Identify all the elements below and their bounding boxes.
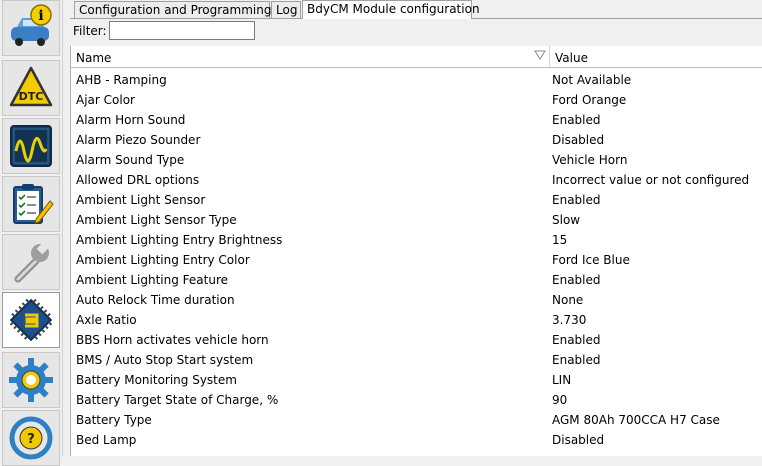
tab-configuration-programming[interactable]: Configuration and Programming xyxy=(74,1,272,18)
dtc-warning-icon: DTC xyxy=(9,66,53,107)
gear-icon xyxy=(9,358,53,402)
row-value: Ford Orange xyxy=(552,93,627,107)
row-value: 90 xyxy=(552,393,568,407)
tool-sidebar: i DTC ? xyxy=(0,0,62,466)
table-row[interactable]: Allowed DRL options Incorrect value or no… xyxy=(71,170,762,190)
row-value: Disabled xyxy=(552,433,605,447)
car-info-icon: i xyxy=(11,4,52,46)
grid-header: Name Value xyxy=(71,46,762,68)
grid-rows: AHB - Ramping Not Available Ajar Color For… xyxy=(71,70,762,450)
row-value: Enabled xyxy=(552,193,601,207)
row-value: Vehicle Horn xyxy=(552,153,628,167)
table-row[interactable]: Alarm Sound Type Vehicle Horn xyxy=(71,150,762,170)
sidebar-settings[interactable] xyxy=(2,352,60,408)
row-name: Ajar Color xyxy=(76,93,135,107)
table-row[interactable]: BBS Horn activates vehicle horn Enabled xyxy=(71,330,762,350)
row-value: Incorrect value or not configured xyxy=(552,173,750,187)
row-name: Alarm Piezo Sounder xyxy=(76,133,201,147)
sidebar-splitter[interactable] xyxy=(62,0,70,456)
table-row[interactable]: Ambient Light Sensor Enabled xyxy=(71,190,762,210)
tab-log[interactable]: Log xyxy=(271,1,301,18)
row-name: Alarm Horn Sound xyxy=(76,113,186,127)
module-chip-icon xyxy=(9,298,53,342)
filter-input[interactable] xyxy=(109,21,255,40)
row-name: Axle Ratio xyxy=(76,313,137,327)
table-row[interactable]: BMS / Auto Stop Start system Enabled xyxy=(71,350,762,370)
row-value: Ford Ice Blue xyxy=(552,253,630,267)
sidebar-service[interactable] xyxy=(2,234,60,290)
row-name: Bed Lamp xyxy=(76,433,137,447)
row-name: Ambient Lighting Entry Brightness xyxy=(76,233,283,247)
svg-text:i: i xyxy=(38,8,43,24)
row-value: Enabled xyxy=(552,273,601,287)
table-row[interactable]: Ambient Lighting Feature Enabled xyxy=(71,270,762,290)
sidebar-checklist[interactable] xyxy=(2,176,60,232)
row-name: Ambient Lighting Feature xyxy=(76,273,229,287)
svg-text:?: ? xyxy=(27,432,35,447)
sidebar-dtc[interactable]: DTC xyxy=(2,60,60,116)
tab-bdycm-module-configuration[interactable]: BdyCM Module configuration xyxy=(302,0,480,19)
table-row[interactable]: Ajar Color Ford Orange xyxy=(71,90,762,110)
table-row[interactable]: Ambient Lighting Entry Color Ford Ice Blu… xyxy=(71,250,762,270)
row-value: Enabled xyxy=(552,353,601,367)
column-header-value[interactable]: Value xyxy=(550,46,762,67)
row-name: BMS / Auto Stop Start system xyxy=(76,353,254,367)
table-row[interactable]: Ambient Lighting Entry Brightness 15 xyxy=(71,230,762,250)
row-value: 15 xyxy=(552,233,568,247)
table-row[interactable]: Auto Relock Time duration None xyxy=(71,290,762,310)
row-value: Disabled xyxy=(552,133,605,147)
row-name: Ambient Lighting Entry Color xyxy=(76,253,250,267)
filter-bar: Filter: xyxy=(70,19,762,44)
row-name: Battery Monitoring System xyxy=(76,373,237,387)
row-value: LIN xyxy=(552,373,572,387)
table-row[interactable]: Alarm Piezo Sounder Disabled xyxy=(71,130,762,150)
wrench-icon xyxy=(14,241,50,283)
tab-label: Configuration and Programming xyxy=(79,3,272,17)
row-value: Enabled xyxy=(552,333,601,347)
row-value: 3.730 xyxy=(552,313,587,327)
table-row[interactable]: AHB - Ramping Not Available xyxy=(71,70,762,90)
filter-label: Filter: xyxy=(73,24,107,38)
sidebar-vehicle-info[interactable]: i xyxy=(2,0,60,56)
row-value: AGM 80Ah 700CCA H7 Case xyxy=(552,413,720,427)
sort-descending-icon xyxy=(534,50,546,60)
table-row[interactable]: Battery Type AGM 80Ah 700CCA H7 Case xyxy=(71,410,762,430)
column-header-label: Name xyxy=(76,51,112,65)
checklist-icon xyxy=(13,184,54,224)
table-row[interactable]: Alarm Horn Sound Enabled xyxy=(71,110,762,130)
tab-label: Log xyxy=(276,3,298,17)
row-name: Ambient Light Sensor xyxy=(76,193,206,207)
row-name: Ambient Light Sensor Type xyxy=(76,213,237,227)
sidebar-module-config[interactable] xyxy=(2,292,60,348)
table-row[interactable]: Ambient Light Sensor Type Slow xyxy=(71,210,762,230)
sidebar-oscilloscope[interactable] xyxy=(2,118,60,174)
row-value: Slow xyxy=(552,213,581,227)
table-row[interactable]: Bed Lamp Disabled xyxy=(71,430,762,450)
row-name: Allowed DRL options xyxy=(76,173,200,187)
row-value: Enabled xyxy=(552,113,601,127)
table-row[interactable]: Axle Ratio 3.730 xyxy=(71,310,762,330)
row-name: Battery Type xyxy=(76,413,152,427)
row-value: None xyxy=(552,293,584,307)
oscilloscope-icon xyxy=(10,125,52,167)
row-name: Battery Target State of Charge, % xyxy=(76,393,279,407)
column-header-label: Value xyxy=(555,51,588,65)
row-name: Auto Relock Time duration xyxy=(76,293,235,307)
svg-text:DTC: DTC xyxy=(19,90,44,103)
column-header-name[interactable]: Name xyxy=(71,46,550,67)
table-row[interactable]: Battery Target State of Charge, % 90 xyxy=(71,390,762,410)
row-name: Alarm Sound Type xyxy=(76,153,185,167)
tab-label: BdyCM Module configuration xyxy=(307,2,480,16)
row-name: AHB - Ramping xyxy=(76,73,167,87)
table-row[interactable]: Battery Monitoring System LIN xyxy=(71,370,762,390)
row-value: Not Available xyxy=(552,73,632,87)
tab-bar: Configuration and Programming Log BdyCM … xyxy=(70,0,762,19)
row-name: BBS Horn activates vehicle horn xyxy=(76,333,269,347)
sidebar-help[interactable]: ? xyxy=(2,410,60,466)
config-grid: Name Value AHB - Ramping Not Available Aj… xyxy=(70,46,762,456)
